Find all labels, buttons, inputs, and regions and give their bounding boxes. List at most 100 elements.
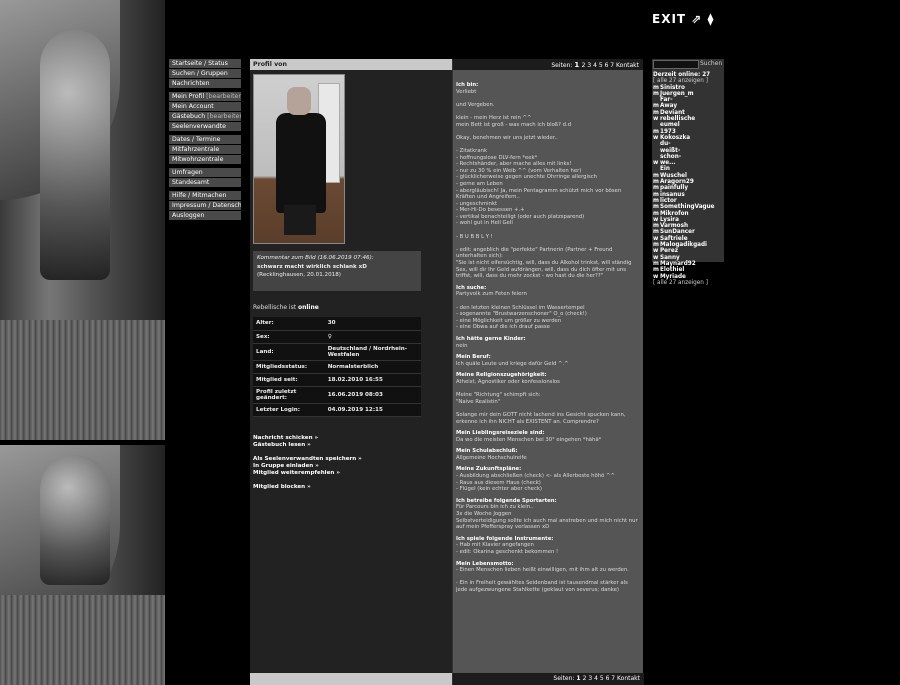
- block-member-link[interactable]: Mitglied blocken »: [253, 484, 362, 491]
- about-line: Da wo die meisten Menschen bei 30° einge…: [456, 436, 602, 443]
- about-line: - Rechtshänder, aber mache alles mit lin…: [456, 161, 572, 168]
- about-heading: Ich suche:: [456, 284, 487, 291]
- online-value: online: [297, 304, 319, 311]
- save-soulmate-link[interactable]: Als Seelenverwandten speichern »: [253, 456, 362, 463]
- detail-row: Profil zuletzt geändert: 16.06.2019 08:03: [253, 386, 421, 404]
- nav-item-mein-account[interactable]: Mein Account: [169, 102, 241, 111]
- user-name[interactable]: Myriade: [660, 274, 686, 280]
- about-text: Ich bin: Verliebt und Vergeben. klein - m…: [456, 82, 640, 594]
- about-line: [456, 386, 640, 393]
- nav-item-suchen-gruppen[interactable]: Suchen / Gruppen: [169, 69, 241, 78]
- user-name[interactable]: Ein Wuschel: [660, 166, 687, 179]
- profile-footer-bar: [250, 673, 452, 685]
- profile-photo[interactable]: [253, 74, 345, 244]
- nav-group: Hilfe / MitmachenImpressum / Datenschutz…: [169, 191, 241, 220]
- about-line: Selbstverteidigung sollte ich auch mal a…: [456, 517, 638, 531]
- about-line: - gerne am Leben: [456, 180, 503, 187]
- detail-value: ♀: [324, 330, 421, 344]
- about-line: [456, 108, 640, 115]
- about-line: - Mer-Hi-Do besessen +.+: [456, 207, 525, 214]
- exit-button[interactable]: EXIT ⇗ ⧫: [652, 12, 714, 26]
- show-all-link-bottom[interactable]: [ alle 27 anzeigen ]: [653, 280, 723, 286]
- about-line: [456, 405, 640, 412]
- pager-bottom: Seiten: 1 2 3 4 5 6 7 Kontakt: [453, 673, 644, 685]
- nav-item-seelenverwandte[interactable]: Seelenverwandte: [169, 122, 241, 131]
- online-user[interactable]: wdu-weißt-schon-we...: [653, 141, 723, 166]
- nav-item-mein-profil[interactable]: Mein Profil [bearbeiten]: [169, 92, 241, 101]
- about-line: - ungeschminkt: [456, 200, 498, 207]
- detail-label: Mitglied seit:: [253, 373, 325, 387]
- send-message-link[interactable]: Nachricht schicken »: [253, 435, 362, 442]
- detail-row: Land: Deutschland / Nordrhein-Westfalen: [253, 343, 421, 361]
- about-line: - nur zu 30 % ein Weib ^^ (vom Verhalten…: [456, 167, 582, 174]
- pager-prefix: Seiten:: [551, 62, 575, 69]
- edit-link[interactable]: [bearbeiten]: [205, 113, 241, 120]
- nav-item-standesamt[interactable]: Standesamt: [169, 178, 241, 187]
- about-line: - Einen Menschen lieben heißt einwillige…: [456, 567, 629, 574]
- comment-text: schwarz macht wirklich schlank xD: [257, 263, 367, 270]
- online-user[interactable]: mFar-Away: [653, 97, 723, 110]
- nav-group: Startseite / Status Suchen / Gruppen Nachr…: [169, 59, 241, 88]
- about-heading: Ich bin:: [456, 82, 479, 88]
- detail-value: 30: [324, 317, 421, 331]
- about-line: - eine Möglichkeit um größer zu werden: [456, 317, 562, 324]
- about-line: nein: [456, 342, 468, 349]
- recommend-member-link[interactable]: Mitglied weiterempfehlen »: [253, 470, 362, 477]
- about-line: Ich quäle Leute und kriege dafür Geld ^.…: [456, 360, 569, 367]
- main-navigation: Startseite / Status Suchen / Gruppen Nachr…: [169, 59, 241, 224]
- nav-group: Umfragen Standesamt: [169, 168, 241, 187]
- about-line: - glücklicherweise gegen unechte Ohrring…: [456, 174, 598, 181]
- detail-row: Letzter Login: 04.09.2019 12:15: [253, 403, 421, 417]
- detail-label: Sex:: [253, 330, 325, 344]
- nav-item-impressum-datenschutzhinweise[interactable]: Impressum / Datenschutzhinweise: [169, 201, 241, 210]
- nav-item-umfragen[interactable]: Umfragen: [169, 168, 241, 177]
- user-name[interactable]: eumel 1973: [660, 122, 680, 135]
- detail-row: Sex: ♀: [253, 330, 421, 344]
- about-heading: Meine Religionszugehörigkeit:: [456, 372, 547, 379]
- about-line: - Ausbildung abschließen (check) <- als …: [456, 473, 615, 480]
- edit-link[interactable]: [bearbeiten]: [204, 93, 241, 100]
- nav-item-ausloggen[interactable]: Ausloggen: [169, 211, 241, 220]
- about-heading: Ich betreibe folgende Sportarten:: [456, 497, 557, 504]
- about-line: - Flügel (kein echter aber check): [456, 486, 542, 493]
- detail-label: Mitgliedsstatus:: [253, 360, 325, 374]
- user-name[interactable]: Far-Away: [660, 97, 677, 110]
- contact-link[interactable]: Kontakt: [617, 675, 640, 682]
- online-user[interactable]: meumel 1973: [653, 122, 723, 135]
- profile-details-table: Alter: 30 Sex: ♀ Land: Deutschland / Nordrhei…: [253, 317, 421, 417]
- search-input[interactable]: [653, 60, 699, 69]
- about-line: - sogenannte "Brustwarzenschoner" O_o (c…: [456, 311, 587, 318]
- about-line: Solange mir dein GOTT nicht lachend ins …: [456, 411, 626, 425]
- about-line: - den letzten kleinen Schlüssel im Wasse…: [456, 304, 585, 311]
- detail-row: Mitgliedsstatus: Normalsterblich: [253, 360, 421, 374]
- user-name[interactable]: du-weißt-schon-we...: [660, 141, 681, 166]
- nav-item-dates-termine[interactable]: Dates / Termine: [169, 135, 241, 144]
- about-line: - wohl gut in Hell Gell: [456, 220, 513, 227]
- nav-item-hilfe-mitmachen[interactable]: Hilfe / Mitmachen: [169, 191, 241, 200]
- about-line: Allgemeine Hochschulreife: [456, 454, 527, 461]
- contact-link[interactable]: Kontakt: [616, 62, 639, 69]
- detail-row: Alter: 30: [253, 317, 421, 331]
- nav-item-nachrichten[interactable]: Nachrichten: [169, 79, 241, 88]
- detail-value: 04.09.2019 12:15: [324, 403, 421, 417]
- nav-item-mitfahrzentrale[interactable]: Mitfahrzentrale: [169, 145, 241, 154]
- photo-comment: Kommentar zum Bild (16.06.2019 07:46): s…: [253, 251, 421, 291]
- about-line: "Naive Realistin": [456, 398, 501, 405]
- about-line: - Zitatkrank: [456, 147, 488, 154]
- online-user[interactable]: mEin Wuschel: [653, 166, 723, 179]
- read-guestbook-link[interactable]: Gästebuch lesen »: [253, 442, 362, 449]
- invite-group-link[interactable]: In Gruppe einladen »: [253, 463, 362, 470]
- about-heading: Ich hätte gerne Kinder:: [456, 335, 526, 342]
- blurred-face: [287, 87, 311, 115]
- nav-item-startseite-status[interactable]: Startseite / Status: [169, 59, 241, 68]
- about-line: 3x die Woche Joggen: [456, 511, 512, 518]
- about-line: - Ein in Freiheit gewähltes Seidenband i…: [456, 580, 628, 593]
- page-link-1[interactable]: 1: [574, 61, 581, 69]
- nav-item-mitwohnzentrale[interactable]: Mitwohnzentrale: [169, 155, 241, 164]
- search-button[interactable]: Suchen: [700, 60, 722, 67]
- gender-marker: w: [653, 273, 659, 280]
- comment-heading: Kommentar zum Bild (16.06.2019 07:46):: [257, 255, 374, 261]
- nav-item-gästebuch[interactable]: Gästebuch [bearbeiten]: [169, 112, 241, 121]
- about-line: klein - mein Herz ist rein ^^: [456, 114, 532, 121]
- detail-value: Deutschland / Nordrhein-Westfalen: [324, 343, 421, 361]
